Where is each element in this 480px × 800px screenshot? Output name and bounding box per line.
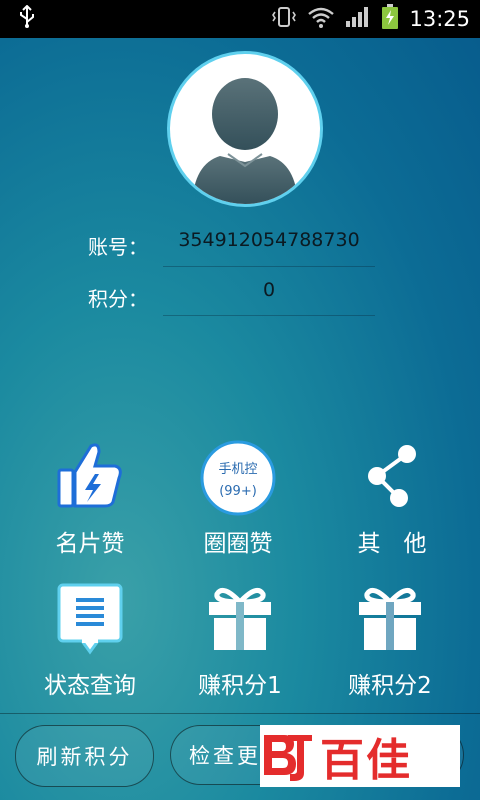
tile-label: 圈圈赞: [203, 531, 273, 557]
thumbs-up-icon: [55, 440, 125, 510]
bj-logo-icon: [264, 735, 312, 781]
tile-label: 名片赞: [55, 531, 125, 557]
tile-circle-like[interactable]: 手机控 (99+) 圈圈赞: [163, 440, 313, 560]
usb-icon: [18, 4, 36, 33]
points-value: 0: [262, 279, 276, 301]
tile-label: 赚积分2: [348, 673, 432, 699]
account-label: 账号：: [88, 235, 148, 259]
default-user-avatar-icon: [192, 78, 298, 204]
avatar[interactable]: [170, 54, 320, 204]
tile-status-query[interactable]: 状态查询: [15, 582, 165, 702]
tile-label: 状态查询: [44, 673, 136, 699]
wifi-icon: [307, 5, 335, 33]
phone-control-badge-icon: 手机控 (99+): [200, 440, 276, 516]
badge-line2: (99+): [219, 484, 257, 499]
points-label: 积分：: [88, 287, 148, 311]
watermark-text: 百佳: [320, 735, 412, 786]
signal-icon: [345, 5, 371, 33]
share-icon: [357, 440, 427, 510]
divider: [163, 315, 375, 316]
status-list-icon: [56, 582, 124, 656]
tile-other[interactable]: 其 他: [317, 440, 467, 560]
watermark-logo: 百佳: [260, 725, 460, 787]
divider: [163, 266, 375, 267]
tile-label: 赚积分1: [198, 673, 282, 699]
tile-earn-points-2[interactable]: 赚积分2: [315, 582, 465, 702]
tile-business-card-like[interactable]: 名片赞: [15, 440, 165, 560]
gift-icon: [205, 582, 275, 652]
account-value: 354912054788730: [178, 229, 360, 251]
gift-icon: [355, 582, 425, 652]
battery-charging-icon: [381, 4, 399, 34]
status-bar: 13:25: [0, 0, 480, 38]
divider: [0, 713, 480, 714]
refresh-points-button[interactable]: 刷新积分: [15, 725, 154, 787]
tile-label: 其 他: [357, 531, 427, 557]
vibrate-icon: [271, 5, 297, 33]
tile-earn-points-1[interactable]: 赚积分1: [165, 582, 315, 702]
clock-time: 13:25: [409, 7, 470, 31]
badge-line1: 手机控: [218, 462, 257, 477]
